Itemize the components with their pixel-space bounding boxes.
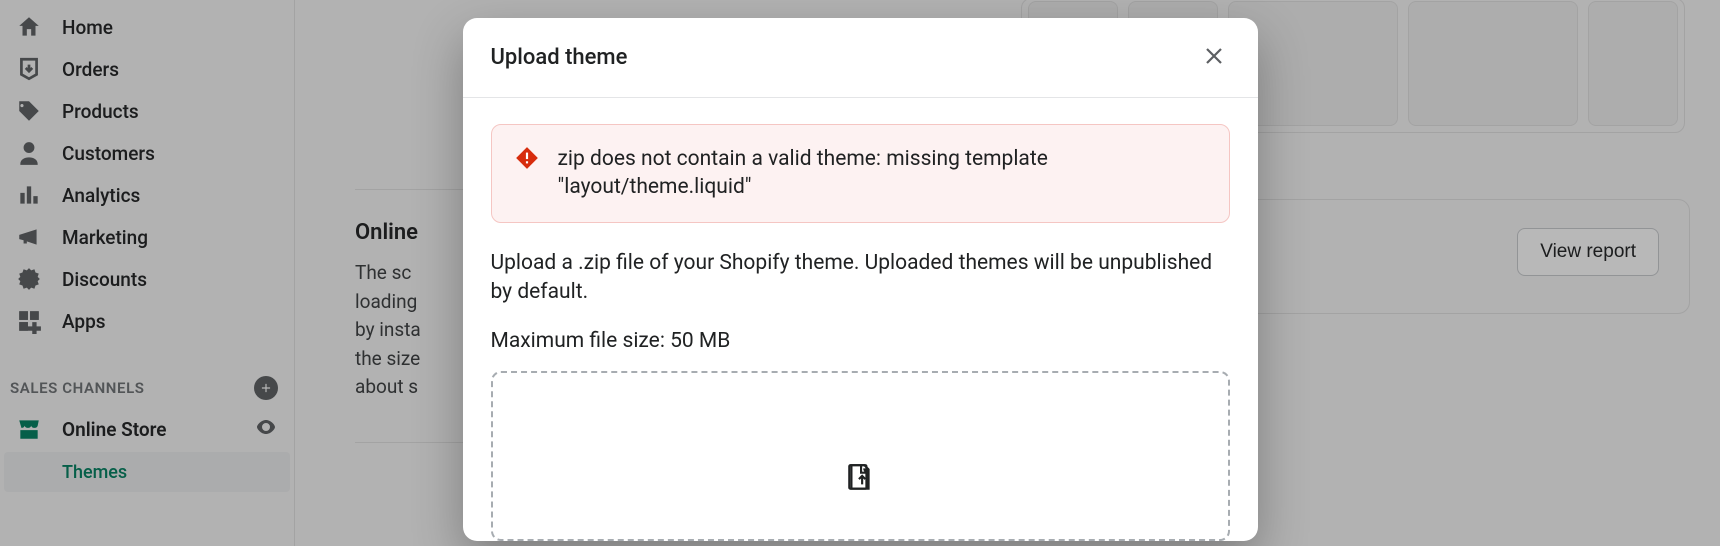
max-file-size: Maximum file size: 50 MB bbox=[491, 329, 1230, 353]
error-alert: zip does not contain a valid theme: miss… bbox=[491, 124, 1230, 223]
error-icon bbox=[514, 145, 540, 175]
modal-overlay[interactable]: Upload theme zip does not contain a va bbox=[0, 0, 1720, 546]
close-modal-button[interactable] bbox=[1198, 40, 1230, 75]
upload-icon bbox=[846, 463, 874, 497]
file-dropzone[interactable] bbox=[491, 371, 1230, 541]
upload-theme-modal: Upload theme zip does not contain a va bbox=[463, 18, 1258, 541]
error-alert-text: zip does not contain a valid theme: miss… bbox=[558, 145, 1207, 202]
modal-title: Upload theme bbox=[491, 45, 628, 70]
upload-description: Upload a .zip file of your Shopify theme… bbox=[491, 249, 1230, 308]
close-icon bbox=[1202, 44, 1226, 68]
